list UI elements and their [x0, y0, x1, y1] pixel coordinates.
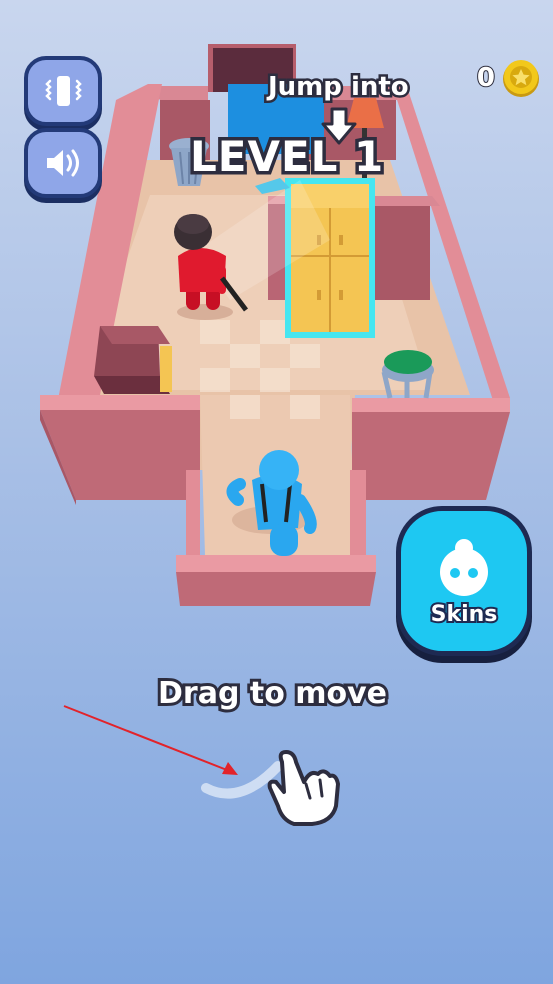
speaker-icon	[47, 149, 79, 177]
level-title: LEVEL 1	[186, 129, 386, 185]
character-head-icon	[440, 538, 488, 596]
pointing-hand-icon	[201, 750, 340, 826]
skins-label: Skins	[429, 600, 500, 629]
phone-vibrate-icon	[45, 76, 82, 106]
skins-button[interactable]: Skins	[396, 506, 532, 656]
level-hint-text: Jump into	[266, 70, 412, 105]
sound-toggle-button[interactable]	[24, 128, 102, 198]
cabinet	[94, 326, 172, 394]
vibration-toggle-button[interactable]	[24, 56, 102, 126]
coin-count: 0	[476, 62, 496, 94]
coin-star-icon	[503, 60, 539, 97]
stool	[381, 350, 434, 399]
coin-counter: 0	[476, 58, 541, 98]
